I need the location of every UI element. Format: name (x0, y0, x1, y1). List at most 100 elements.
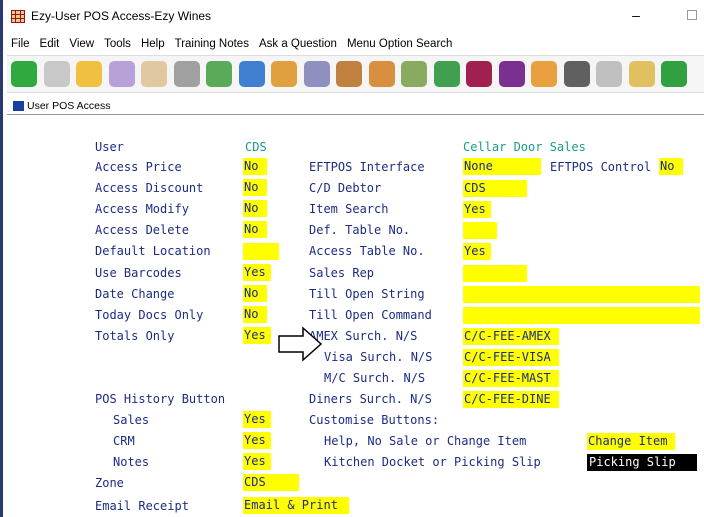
screen-icon[interactable] (238, 61, 265, 87)
menu-help[interactable]: Help (141, 38, 165, 50)
item-search-label: Item Search (309, 202, 389, 216)
window-title: Ezy-User POS Access-Ezy Wines (31, 9, 212, 23)
date-change-field[interactable]: No (243, 285, 267, 302)
user-label: User (95, 140, 124, 154)
minimize-button[interactable]: – (626, 4, 646, 26)
totals-only-field[interactable]: Yes (243, 327, 271, 344)
default-location-label: Default Location (95, 244, 211, 258)
menu-bar: File Edit View Tools Help Training Notes… (3, 34, 704, 54)
mc-surcharge-field[interactable]: C/C-FEE-MAST (463, 370, 559, 387)
leaf-icon[interactable] (661, 61, 687, 87)
eftpos-control-label: EFTPOS Control (550, 160, 652, 174)
wine-icon[interactable] (466, 61, 492, 87)
crm-label: CRM (113, 434, 135, 448)
menu-view[interactable]: View (69, 38, 94, 50)
maximize-button[interactable] (687, 10, 697, 20)
access-modify-field[interactable]: No (243, 200, 267, 217)
ball-icon[interactable] (336, 61, 362, 87)
access-delete-label: Access Delete (95, 223, 189, 237)
user-pos-access-form: User CDS Cellar Door Sales Access Price … (3, 116, 704, 517)
title-bar: Ezy-User POS Access-Ezy Wines – (3, 0, 704, 34)
access-delete-field[interactable]: No (243, 221, 267, 238)
sales-rep-field[interactable] (463, 265, 527, 282)
help-nosale-field[interactable]: Change Item (587, 433, 675, 450)
menu-training-notes[interactable]: Training Notes (175, 38, 249, 50)
crm-field[interactable]: Yes (243, 432, 271, 449)
sales-label: Sales (113, 413, 150, 427)
sales-field[interactable]: Yes (243, 411, 271, 428)
kitchen-docket-field[interactable]: Picking Slip (587, 454, 697, 471)
today-docs-only-field[interactable]: No (243, 306, 267, 323)
diners-surcharge-field[interactable]: C/C-FEE-DINE (463, 391, 559, 408)
toolbar (7, 55, 704, 93)
today-docs-only-label: Today Docs Only (95, 308, 204, 322)
access-price-label: Access Price (95, 160, 182, 174)
visa-surcharge-field[interactable]: C/C-FEE-VISA (463, 349, 559, 366)
open-folder-icon[interactable] (76, 61, 102, 87)
eftpos-control-field[interactable]: No (659, 158, 683, 175)
def-table-label: Def. Table No. (309, 223, 411, 237)
access-price-field[interactable]: No (243, 158, 267, 175)
email-receipt-field[interactable]: Email & Print (243, 497, 349, 514)
till-open-command-label: Till Open Command (309, 308, 432, 322)
child-window-icon (13, 101, 24, 111)
access-modify-label: Access Modify (95, 202, 189, 216)
customise-buttons-label: Customise Buttons: (309, 413, 440, 427)
till-open-string-label: Till Open String (309, 287, 425, 301)
user-name: Cellar Door Sales (463, 140, 586, 154)
chart-icon[interactable] (433, 61, 460, 87)
package-icon[interactable] (628, 61, 655, 87)
zone-field[interactable]: CDS (243, 474, 299, 491)
def-table-field[interactable] (463, 222, 497, 239)
date-change-label: Date Change (95, 287, 175, 301)
use-barcodes-field[interactable]: Yes (243, 264, 271, 281)
access-discount-field[interactable]: No (243, 179, 267, 196)
cup-icon[interactable] (401, 61, 427, 87)
item-search-field[interactable]: Yes (463, 201, 491, 218)
signature-icon[interactable] (141, 61, 167, 87)
settings-gear-icon[interactable] (563, 61, 590, 87)
amex-surcharge-label: AMEX Surch. N/S (309, 329, 418, 343)
menu-option-search[interactable]: Menu Option Search (347, 38, 452, 50)
menu-file[interactable]: File (11, 38, 30, 50)
help-nosale-label: Help, No Sale or Change Item (324, 434, 527, 448)
zone-label: Zone (95, 476, 124, 490)
notes-field[interactable]: Yes (243, 453, 271, 470)
till-open-command-field[interactable] (463, 307, 700, 324)
use-barcodes-label: Use Barcodes (95, 266, 182, 280)
edit-document-icon[interactable] (108, 61, 135, 87)
eftpos-interface-label: EFTPOS Interface (309, 160, 425, 174)
users-icon[interactable] (271, 61, 297, 87)
briefcase-icon[interactable] (531, 61, 557, 87)
visa-surcharge-label: Visa Surch. N/S (324, 350, 433, 364)
till-open-string-field[interactable] (463, 286, 700, 303)
barrel-icon[interactable] (596, 61, 622, 87)
access-table-field[interactable]: Yes (463, 243, 491, 260)
access-discount-label: Access Discount (95, 181, 204, 195)
money-icon[interactable] (206, 61, 232, 87)
grapes-icon[interactable] (498, 61, 525, 87)
email-receipt-label: Email Receipt (95, 499, 189, 513)
box-icon[interactable] (368, 61, 395, 87)
menu-edit[interactable]: Edit (40, 38, 60, 50)
user-code[interactable]: CDS (245, 138, 267, 156)
sales-rep-label: Sales Rep (309, 266, 375, 280)
amex-surcharge-field[interactable]: C/C-FEE-AMEX (463, 328, 559, 345)
cd-debtor-field[interactable]: CDS (463, 180, 527, 197)
back-arrow-icon[interactable] (11, 61, 37, 87)
forward-arrow-icon[interactable] (43, 61, 70, 87)
child-window-title: User POS Access (27, 100, 111, 112)
eftpos-interface-field[interactable]: None (463, 158, 541, 175)
default-location-field[interactable] (243, 243, 279, 260)
totals-only-label: Totals Only (95, 329, 175, 343)
building-icon[interactable] (173, 61, 200, 87)
notes-label: Notes (113, 455, 150, 469)
pos-history-label: POS History Button (95, 392, 226, 406)
right-arrow-icon (278, 326, 323, 362)
app-logo-icon (11, 10, 25, 23)
pen-icon[interactable] (303, 61, 330, 87)
kitchen-docket-label: Kitchen Docket or Picking Slip (324, 455, 541, 469)
menu-ask-a-question[interactable]: Ask a Question (259, 38, 337, 50)
diners-surcharge-label: Diners Surch. N/S (309, 392, 432, 406)
menu-tools[interactable]: Tools (104, 38, 131, 50)
